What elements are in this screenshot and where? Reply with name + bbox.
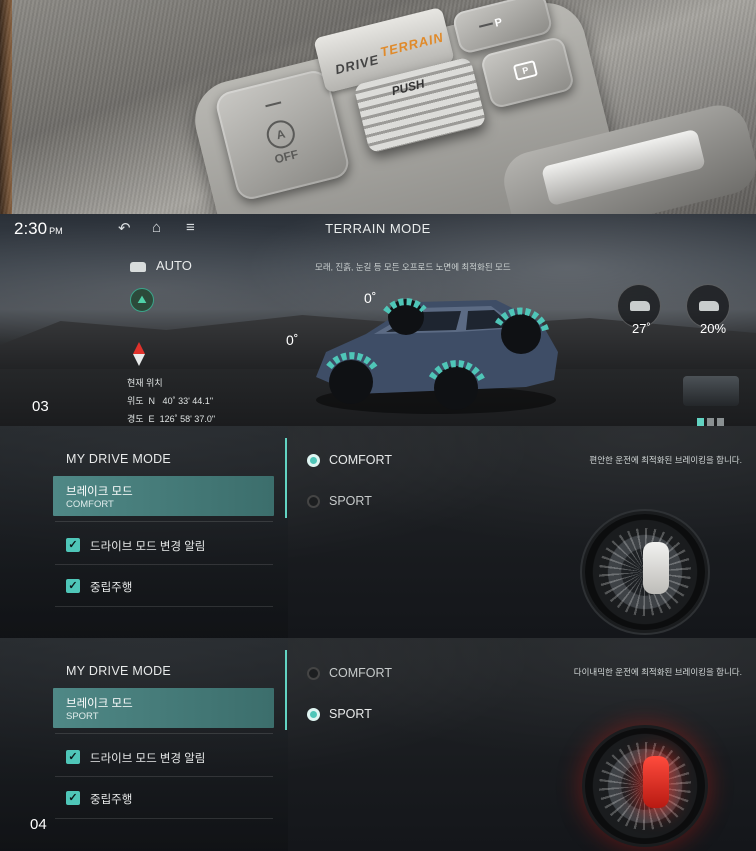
brake-mode-comfort-screen: MY DRIVE MODE 브레이크 모드 COMFORT ✓ 드라이브 모드 … [0,426,756,639]
wheel-brake-illustration [585,514,705,630]
off-label: OFF [273,147,300,167]
vehicle-illustration [316,298,558,414]
neutral-coasting-label: 중립주행 [90,794,133,806]
brake-mode-label: 브레이크 모드 [66,698,133,710]
my-drive-mode-title: MY DRIVE MODE [66,664,172,678]
car-icon [130,261,146,272]
push-label: PUSH [390,76,426,99]
comfort-option-label[interactable]: COMFORT [329,666,392,680]
drive-mode-alert-checkbox[interactable]: ✓ [66,750,80,764]
longitude: 경도 E 126˚ 58' 37.0" [127,414,216,424]
view-page-indicator [697,414,727,426]
comfort-radio[interactable] [307,454,320,467]
drive-mode-alert-label: 드라이브 모드 변경 알림 [90,541,206,553]
p-hold-icon: P [493,16,504,30]
sport-option-label[interactable]: SPORT [329,707,372,721]
sport-radio[interactable] [307,708,320,721]
brake-caliper [643,542,669,594]
drive-mode-alert-checkbox[interactable]: ✓ [66,538,80,552]
my-drive-mode-title: MY DRIVE MODE [66,452,172,466]
figure-number: 04 [30,816,47,833]
latitude: 위도 N 40˚ 33' 44.1" [127,396,214,406]
camera-view-thumbnail[interactable] [683,376,739,406]
position-label: 현재 위치 [127,378,163,388]
roll-angle: 0˚ [364,290,377,306]
neutral-coasting-checkbox[interactable]: ✓ [66,579,80,593]
comfort-option-label[interactable]: COMFORT [329,453,392,467]
compass-icon [133,342,145,366]
drive-label: DRIVE [333,51,381,78]
auto-hold-off-icon: A [263,117,298,152]
terrain-description: 모래, 진흙, 눈길 등 모든 오프로드 노면에 최적화된 모드 [315,262,511,272]
screen-title: TERRAIN MODE [325,221,431,236]
brake-description: 편안한 운전에 최적화된 브레이킹을 합니다. [589,455,742,465]
terrain-mode-auto[interactable]: AUTO [130,258,192,273]
sport-option-label[interactable]: SPORT [329,494,372,508]
pitch-value: 27˚ [632,321,651,336]
terrain-mode-screen: 2:30 PM ↶ ⌂ ≡ TERRAIN MODE AUTO 모래, 진흙, 눈… [0,214,756,426]
brake-description: 다이내믹한 운전에 최적화된 브레이킹을 합니다. [573,667,742,677]
brake-mode-sport-screen: MY DRIVE MODE 브레이크 모드 SPORT ✓ 드라이브 모드 변경… [0,638,756,851]
neutral-coasting-label: 중립주행 [90,582,133,594]
comfort-radio[interactable] [307,667,320,680]
status-bar: 2:30 PM ↶ ⌂ ≡ TERRAIN MODE [0,214,756,242]
terrain-label: TERRAIN [378,29,446,60]
neutral-coasting-checkbox[interactable]: ✓ [66,791,80,805]
grade-icon: ⛰ [130,288,154,312]
drive-mode-alert-label: 드라이브 모드 변경 알림 [90,753,206,765]
center-console-photo: A OFF DRIVE TERRAIN PUSH P P [0,0,756,214]
parking-brake-icon: P [512,60,539,81]
sport-radio[interactable] [307,495,320,508]
brake-mode-item[interactable]: 브레이크 모드 COMFORT [53,476,274,516]
brake-caliper [643,756,669,808]
figure-number: 03 [32,398,49,415]
brake-mode-value: SPORT [66,711,99,722]
tilt-angle: 0˚ [286,332,299,348]
brake-mode-value: COMFORT [66,499,114,510]
brake-mode-item[interactable]: 브레이크 모드 SPORT [53,688,274,728]
brake-mode-label: 브레이크 모드 [66,486,133,498]
wheel-brake-illustration [585,728,705,844]
slope-value: 20% [700,321,727,336]
